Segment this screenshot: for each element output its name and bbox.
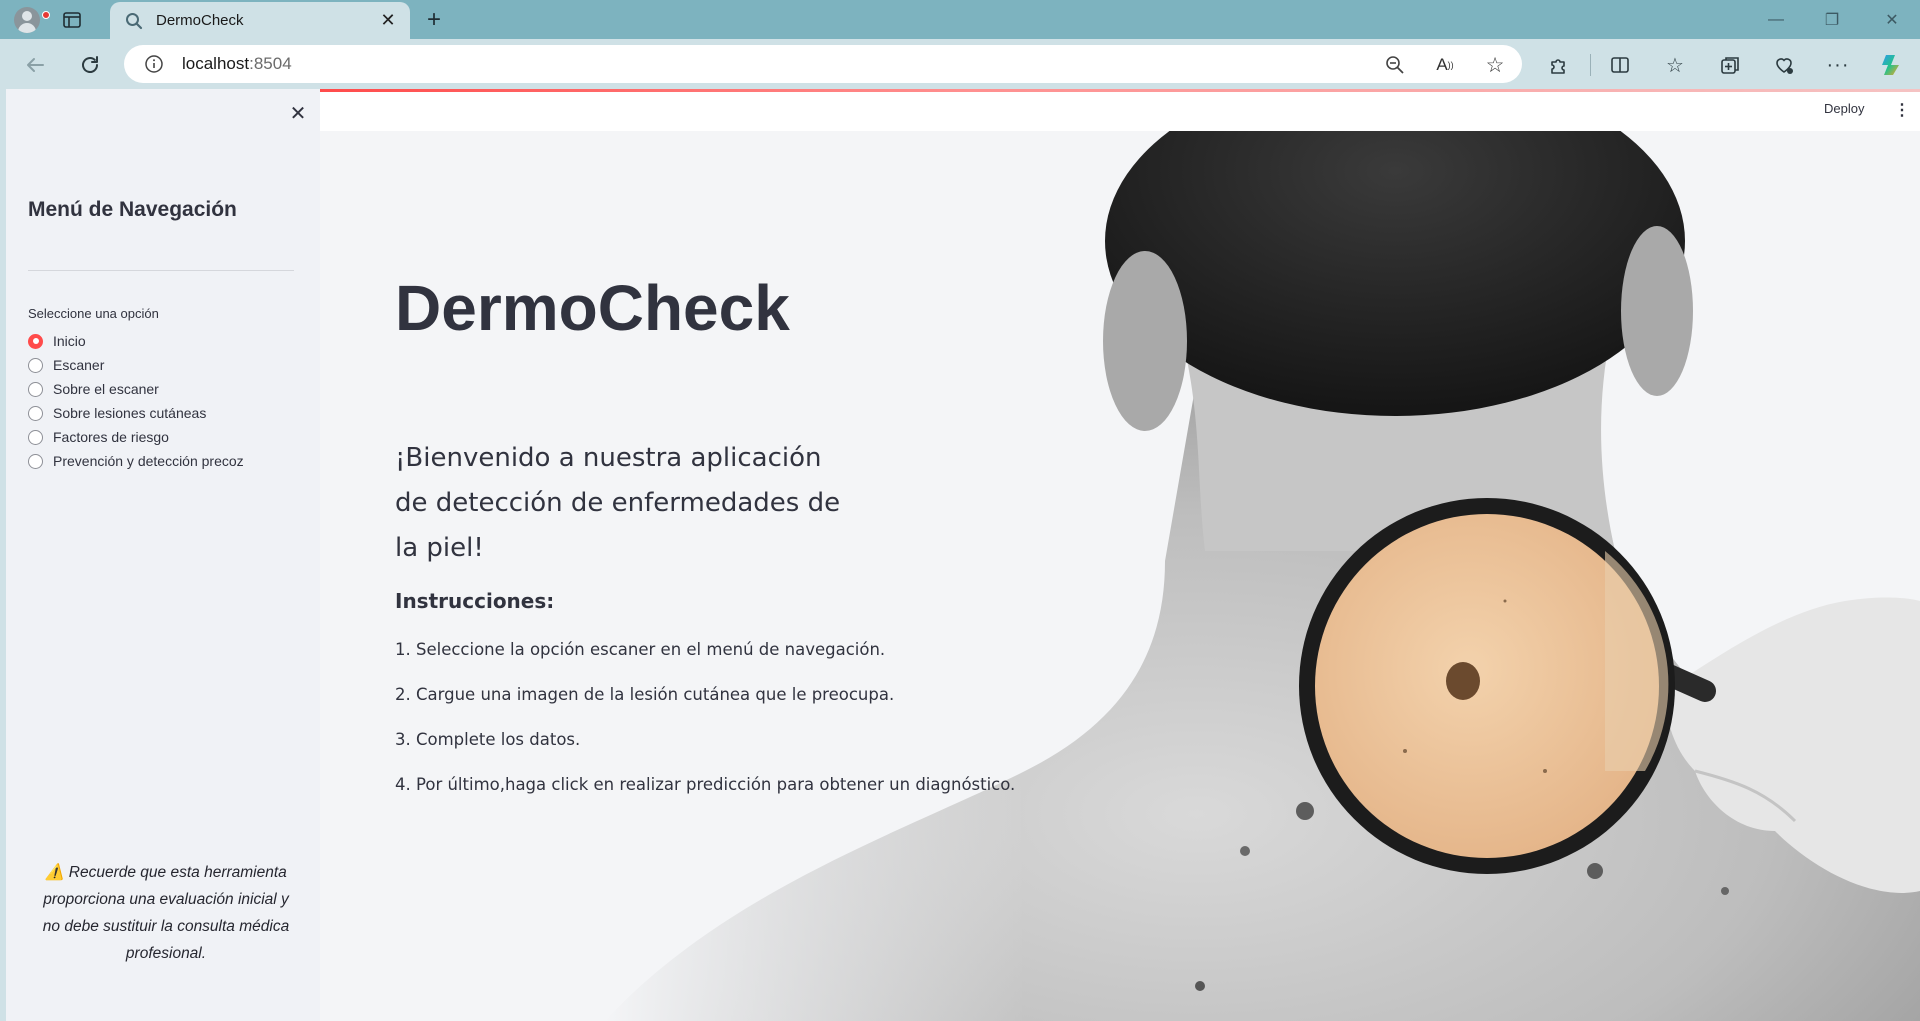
window-close-icon[interactable]: ✕	[1872, 6, 1912, 34]
app-header: Deploy ⋮	[320, 89, 1920, 131]
instruction-step: 3. Complete los datos.	[395, 730, 581, 749]
url-text: localhost:8504	[182, 54, 292, 73]
welcome-text: ¡Bienvenido a nuestra aplicación de dete…	[395, 443, 841, 563]
radio-option-sobre-el-escaner[interactable]: Sobre el escaner	[28, 377, 244, 401]
minimize-icon[interactable]: —	[1756, 6, 1796, 34]
instructions-list: 1. Seleccione la opción escaner en el me…	[395, 640, 1015, 820]
header-accent-bar	[320, 89, 1920, 92]
copilot-icon[interactable]	[1876, 49, 1908, 81]
split-screen-icon[interactable]	[1604, 49, 1636, 81]
navigation-radio-group: Inicio Escaner Sobre el escaner Sobre le…	[28, 329, 244, 473]
collections-icon[interactable]	[1714, 49, 1746, 81]
favorites-icon[interactable]: ☆	[1659, 49, 1691, 81]
more-icon[interactable]: ···	[1822, 49, 1854, 81]
close-icon[interactable]: ✕	[376, 9, 400, 33]
radio-option-sobre-lesiones[interactable]: Sobre lesiones cutáneas	[28, 401, 244, 425]
radio-option-inicio[interactable]: Inicio	[28, 329, 244, 353]
page-title: DermoCheck	[395, 272, 790, 344]
restore-icon[interactable]: ❐	[1812, 6, 1852, 34]
disclaimer-text: ⚠️ Recuerde que esta herramienta proporc…	[42, 864, 290, 962]
browser-tab-bar: DermoCheck ✕ + — ❐ ✕	[0, 0, 1920, 39]
instructions-heading: Instrucciones:	[395, 589, 555, 613]
radio-group-label: Seleccione una opción	[28, 306, 159, 321]
divider	[28, 270, 294, 271]
back-arrow-icon[interactable]	[19, 49, 51, 81]
address-bar[interactable]: localhost:8504 A)) ☆	[124, 45, 1522, 83]
zoom-out-icon[interactable]	[1384, 54, 1406, 76]
sidebar-title: Menú de Navegación	[28, 198, 237, 221]
tab-dermocheck[interactable]: DermoCheck ✕	[110, 2, 410, 39]
radio-option-escaner[interactable]: Escaner	[28, 353, 244, 377]
instruction-step: 1. Seleccione la opción escaner en el me…	[395, 640, 886, 659]
hero-image	[605, 131, 1920, 1021]
search-icon	[124, 11, 144, 31]
refresh-icon[interactable]	[74, 49, 106, 81]
instruction-step: 2. Cargue una imagen de la lesión cutáne…	[395, 685, 895, 704]
radio-option-factores-de-riesgo[interactable]: Factores de riesgo	[28, 425, 244, 449]
close-icon[interactable]: ✕	[286, 101, 310, 125]
app-root: ✕ Menú de Navegación Seleccione una opci…	[0, 89, 1920, 1021]
tab-title: DermoCheck	[156, 12, 244, 29]
read-aloud-icon[interactable]: A))	[1434, 54, 1456, 76]
instruction-step: 4. Por último,haga click en realizar pre…	[395, 775, 1016, 794]
plus-icon[interactable]: +	[420, 6, 448, 34]
main-content: Deploy ⋮ DermoCheck ¡Bienvenido a nuestr…	[320, 89, 1920, 1021]
star-icon[interactable]: ☆	[1484, 54, 1506, 77]
main-menu-icon[interactable]: ⋮	[1894, 100, 1910, 120]
deploy-button[interactable]: Deploy	[1824, 101, 1864, 116]
profile-avatar-icon[interactable]	[10, 6, 50, 34]
toolbar-divider	[1590, 54, 1591, 76]
browser-nav-bar: localhost:8504 A)) ☆ ☆ ···	[0, 39, 1920, 89]
tab-actions-icon[interactable]	[60, 8, 84, 32]
sidebar: ✕ Menú de Navegación Seleccione una opci…	[0, 89, 320, 1021]
puzzle-icon[interactable]	[1543, 49, 1575, 81]
browser-essentials-icon[interactable]	[1768, 49, 1800, 81]
radio-option-prevencion[interactable]: Prevención y detección precoz	[28, 449, 244, 473]
info-icon[interactable]	[144, 54, 164, 74]
